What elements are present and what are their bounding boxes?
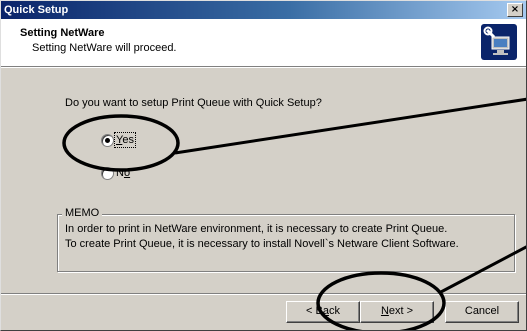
header-divider <box>1 67 526 68</box>
computer-wrench-icon <box>481 24 517 60</box>
quick-setup-dialog: Quick Setup × Setting NetWare Setting Ne… <box>0 0 527 331</box>
yes-radio[interactable] <box>101 134 114 147</box>
memo-legend: MEMO <box>62 207 103 219</box>
no-radio[interactable] <box>101 167 114 180</box>
radio-selected-dot <box>105 138 110 143</box>
yes-radio-label[interactable]: Yes <box>114 132 136 148</box>
close-icon: × <box>510 4 520 15</box>
close-button[interactable]: × <box>507 3 523 17</box>
cancel-button[interactable]: Cancel <box>445 301 519 323</box>
no-radio-label[interactable]: No <box>116 167 130 179</box>
wizard-header: Setting NetWare Setting NetWare will pro… <box>1 19 526 67</box>
memo-line-1: In order to print in NetWare environment… <box>65 223 448 235</box>
back-button[interactable]: < Back <box>286 301 360 323</box>
memo-line-2: To create Print Queue, it is necessary t… <box>65 238 459 250</box>
footer-divider-highlight <box>1 294 526 295</box>
setup-question: Do you want to setup Print Queue with Qu… <box>65 97 322 109</box>
header-subtitle: Setting NetWare will proceed. <box>32 42 177 54</box>
header-title: Setting NetWare <box>20 27 105 39</box>
title-bar[interactable]: Quick Setup × <box>1 1 526 19</box>
next-button[interactable]: Next > <box>360 301 434 323</box>
window-title: Quick Setup <box>4 4 69 16</box>
